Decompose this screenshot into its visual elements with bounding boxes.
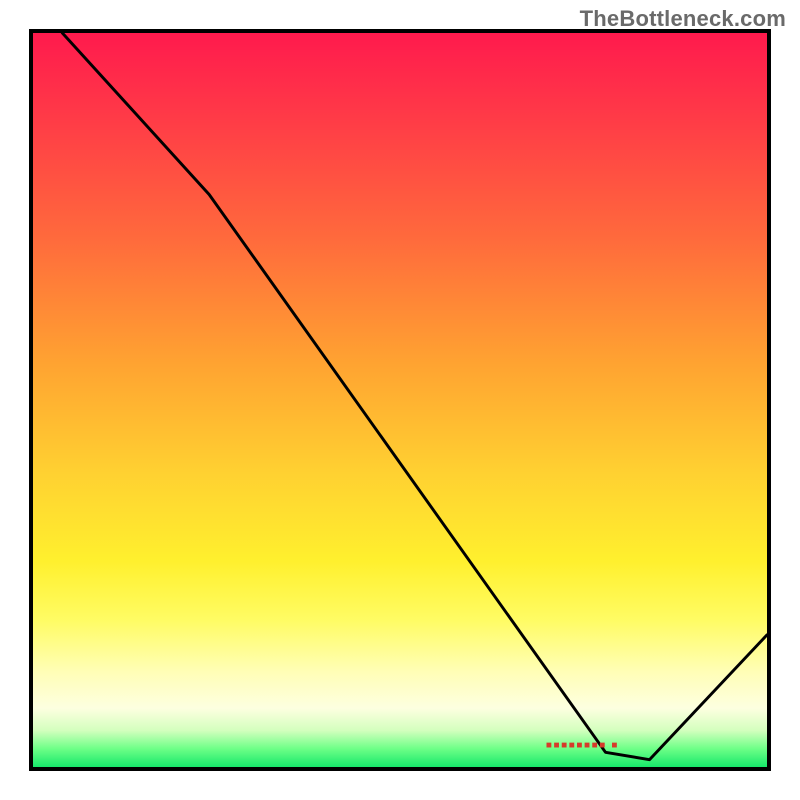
- curve-minimum-annotation: ■■■■■■■■ ■: [546, 740, 619, 751]
- chart-stage: TheBottleneck.com ■■■■■■■■ ■: [0, 0, 800, 800]
- heat-gradient-background: [33, 33, 767, 767]
- plot-area: ■■■■■■■■ ■: [29, 29, 771, 771]
